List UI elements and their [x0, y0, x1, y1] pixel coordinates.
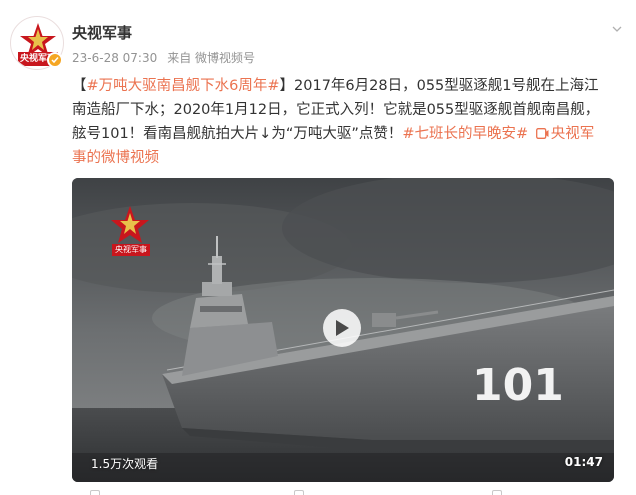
- video-link-icon[interactable]: [535, 128, 549, 139]
- post-line-1: 【#万吨大驱南昌舰下水6周年#】2017年6月28日，055型驱逐舰1号舰在上海…: [72, 74, 620, 98]
- video-duration: 01:47: [564, 455, 603, 469]
- video-link-text-1[interactable]: 央视军: [551, 126, 595, 142]
- action-bar: [72, 488, 620, 495]
- like-icon[interactable]: [492, 490, 502, 495]
- post-source[interactable]: 来自 微博视频号: [167, 51, 255, 65]
- topic-link-2[interactable]: #七班长的早晚安#: [402, 126, 528, 142]
- chevron-down-icon[interactable]: [612, 24, 622, 34]
- post-line-1-rest: 】2017年6月28日，055型驱逐舰1号舰在上海江: [279, 78, 599, 94]
- video-link-text-2[interactable]: 事的微博视频: [72, 146, 620, 170]
- post-time[interactable]: 23-6-28 07:30: [72, 51, 157, 65]
- hull-number-text: 101: [472, 360, 564, 411]
- account-name[interactable]: 央视军事: [72, 22, 132, 43]
- weibo-post-card: 央视军事 央视军事 23-6-28 07:30 来自 微博视频号 【#万吨大驱南昌…: [0, 0, 636, 495]
- post-line-3: 舷号101！看南昌舰航拍大片↓为“万吨大驱”点赞！#七班长的早晚安# 央视军: [72, 122, 620, 146]
- play-icon: [336, 320, 349, 336]
- topic-link-1[interactable]: #万吨大驱南昌舰下水6周年#: [87, 78, 280, 94]
- verified-badge-icon: [47, 52, 63, 68]
- bracket-open: 【: [72, 78, 87, 94]
- post-line-2: 南造船厂下水；2020年1月12日，它正式入列！它就是055型驱逐舰首舰南昌舰，: [72, 102, 600, 118]
- comment-icon[interactable]: [294, 490, 304, 495]
- view-count: 1.5万次观看: [91, 457, 159, 471]
- post-text: 【#万吨大驱南昌舰下水6周年#】2017年6月28日，055型驱逐舰1号舰在上海…: [72, 74, 620, 170]
- post-line-3-text: 舷号101！看南昌舰航拍大片↓为“万吨大驱”点赞！: [72, 126, 403, 142]
- watermark-label: 央视军事: [112, 244, 150, 256]
- share-icon[interactable]: [90, 490, 100, 495]
- play-button[interactable]: [323, 309, 361, 347]
- video-player[interactable]: 101 央视军事 1.5万次观看 01:47: [72, 178, 614, 482]
- post-meta: 23-6-28 07:30 来自 微博视频号: [72, 49, 255, 66]
